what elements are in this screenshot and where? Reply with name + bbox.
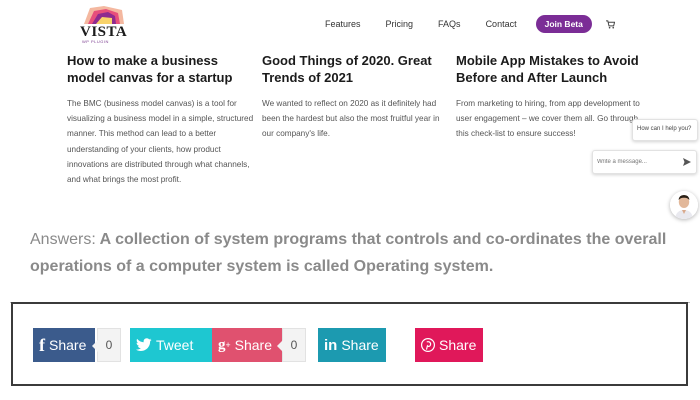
linkedin-share-button[interactable]: in Share xyxy=(318,328,386,362)
article-excerpt: We wanted to reflect on 2020 as it defin… xyxy=(262,99,440,139)
googleplus-share-button[interactable]: g + Share xyxy=(212,328,282,362)
pinterest-icon xyxy=(421,338,435,352)
agent-photo-icon xyxy=(670,191,698,219)
twitter-tweet-button[interactable]: Tweet xyxy=(130,328,212,362)
share-bar: f Share 0 Tweet g + Share 0 in Share Shar… xyxy=(11,302,688,386)
article-card: How to make a business model canvas for … xyxy=(67,52,257,187)
chat-message-box xyxy=(592,150,697,174)
article-card: Mobile App Mistakes to Avoid Before and … xyxy=(456,52,646,142)
nav-link-pricing[interactable]: Pricing xyxy=(386,19,414,29)
chat-greeting-bubble: How can I help you? xyxy=(632,119,698,141)
linkedin-icon: in xyxy=(324,336,338,354)
article-title[interactable]: Mobile App Mistakes to Avoid Before and … xyxy=(456,52,646,86)
article-excerpt: The BMC (business model canvas) is a too… xyxy=(67,99,254,185)
nav-link-contact[interactable]: Contact xyxy=(486,19,517,29)
nav-links: Features Pricing FAQs Contact Join Beta xyxy=(325,15,615,33)
logo-subtext: WP PLUGIN xyxy=(82,39,109,44)
googleplus-share-count: 0 xyxy=(277,328,306,362)
twitter-tweet-label: Tweet xyxy=(156,337,194,353)
answer-prefix: Answers: xyxy=(30,231,96,248)
article-title[interactable]: How to make a business model canvas for … xyxy=(67,52,257,86)
googleplus-share-label: Share xyxy=(234,337,272,353)
logo-mark-icon xyxy=(84,6,124,24)
cart-icon[interactable] xyxy=(605,19,615,29)
facebook-share-button[interactable]: f Share xyxy=(33,328,95,362)
article-card: Good Things of 2020. Great Trends of 202… xyxy=(262,52,452,142)
chat-message-input[interactable] xyxy=(597,155,677,169)
answer-body: A collection of system programs that con… xyxy=(30,231,667,275)
facebook-share-label: Share xyxy=(49,337,87,353)
join-beta-button[interactable]: Join Beta xyxy=(535,15,592,33)
top-navbar: VISTA WP PLUGIN Features Pricing FAQs Co… xyxy=(0,0,700,46)
nav-link-faqs[interactable]: FAQs xyxy=(438,19,461,29)
nav-link-features[interactable]: Features xyxy=(325,19,361,29)
linkedin-share-label: Share xyxy=(341,337,379,353)
article-title[interactable]: Good Things of 2020. Great Trends of 202… xyxy=(262,52,452,86)
facebook-icon: f xyxy=(39,334,45,355)
pinterest-share-button[interactable]: Share xyxy=(415,328,483,362)
answer-text: Answers: A collection of system programs… xyxy=(30,226,670,280)
googleplus-icon: g + xyxy=(218,336,231,353)
pinterest-share-label: Share xyxy=(439,337,477,353)
send-icon[interactable] xyxy=(682,157,692,167)
support-agent-avatar[interactable] xyxy=(670,191,698,219)
article-excerpt: From marketing to hiring, from app devel… xyxy=(456,99,640,139)
facebook-share-count: 0 xyxy=(92,328,121,362)
vista-logo[interactable]: VISTA WP PLUGIN xyxy=(80,6,128,44)
twitter-icon xyxy=(136,338,152,352)
